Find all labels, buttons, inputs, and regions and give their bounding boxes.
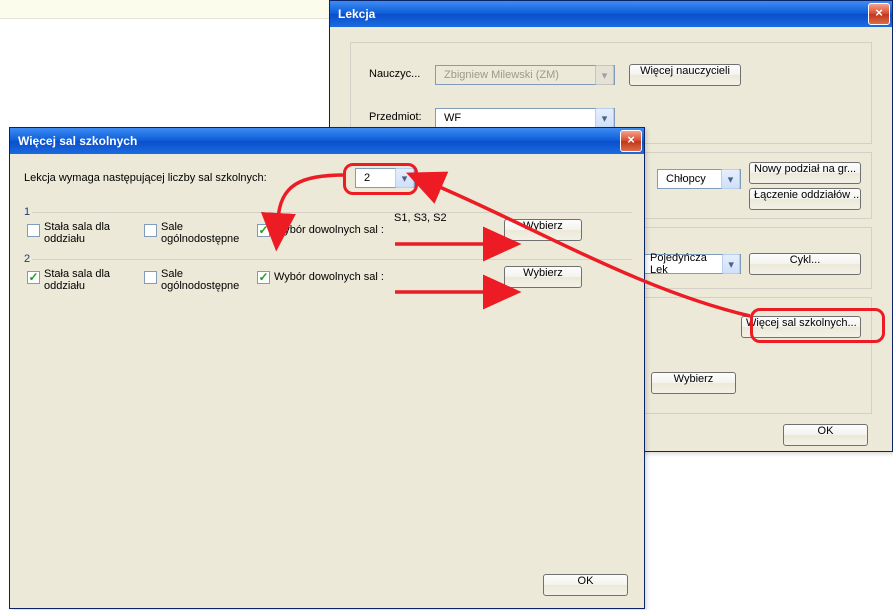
wiecej-nauczycieli-button[interactable]: Więcej nauczycieli: [629, 64, 741, 86]
window-sale: Więcej sal szkolnych × Lekcja wymaga nas…: [9, 127, 645, 609]
laczenie-oddzialow-button[interactable]: Łączenie oddziałów ...: [749, 188, 861, 210]
wybierz-2-button[interactable]: Wybierz: [504, 266, 582, 288]
chevron-down-icon[interactable]: ▾: [395, 168, 414, 188]
wybierz-1-button[interactable]: Wybierz: [504, 219, 582, 241]
ok-button[interactable]: OK: [783, 424, 868, 446]
nowy-podzial-button[interactable]: Nowy podział na gr...: [749, 162, 861, 184]
nauczyciel-select: Zbigniew Milewski (ZM) ▾: [435, 65, 615, 85]
ogolno-2-checkbox[interactable]: [144, 271, 157, 284]
label-przedmiot: Przedmiot:: [369, 111, 422, 123]
close-icon[interactable]: ×: [868, 3, 890, 25]
wiecej-sal-szkolnych-button[interactable]: Więcej sal szkolnych...: [741, 316, 861, 338]
selected-rooms-1: S1, S3, S2: [394, 212, 447, 224]
cykl-button[interactable]: Cykl...: [749, 253, 861, 275]
page-top-band: [0, 0, 330, 19]
chevron-down-icon[interactable]: ▾: [722, 254, 740, 274]
wybor-2-checkbox[interactable]: ✓: [257, 271, 270, 284]
label-prompt: Lekcja wymaga następującej liczby sal sz…: [24, 172, 267, 184]
titlebar-lekcja: Lekcja ×: [330, 1, 892, 27]
stala-sala-1-label: Stała sala dla oddziału: [44, 221, 144, 245]
group-2-label: 2: [24, 253, 30, 265]
wybor-1-label: Wybór dowolnych sal :: [274, 224, 384, 236]
przedmiot-select[interactable]: WF ▾: [435, 108, 615, 128]
title-lekcja: Lekcja: [338, 7, 868, 21]
ogolno-1-label: Sale ogólnodostępne: [161, 221, 261, 245]
titlebar-sale: Więcej sal szkolnych ×: [10, 128, 644, 154]
count-select[interactable]: 2 ▾: [355, 168, 415, 188]
chevron-down-icon[interactable]: ▾: [721, 169, 740, 189]
czestotliwosc-select[interactable]: Pojedyńcza Lek ▾: [641, 254, 741, 274]
label-nauczyciel: Nauczyc...: [369, 68, 420, 80]
chevron-down-icon[interactable]: ▾: [595, 108, 614, 128]
divider: [32, 259, 632, 260]
ogolno-1-checkbox[interactable]: [144, 224, 157, 237]
sale-body: Lekcja wymaga następującej liczby sal sz…: [10, 154, 644, 608]
divider: [32, 212, 632, 213]
stala-sala-1-checkbox[interactable]: [27, 224, 40, 237]
grupa-select[interactable]: Chłopcy ▾: [657, 169, 741, 189]
group-1-label: 1: [24, 206, 30, 218]
ok-button[interactable]: OK: [543, 574, 628, 596]
wybor-1-checkbox[interactable]: ✓: [257, 224, 270, 237]
chevron-down-icon: ▾: [595, 65, 614, 85]
ogolno-2-label: Sale ogólnodostępne: [161, 268, 261, 292]
stala-sala-2-label: Stała sala dla oddziału: [44, 268, 144, 292]
title-sale: Więcej sal szkolnych: [18, 134, 620, 148]
close-icon[interactable]: ×: [620, 130, 642, 152]
stala-sala-2-checkbox[interactable]: ✓: [27, 271, 40, 284]
wybor-2-label: Wybór dowolnych sal :: [274, 271, 384, 283]
wybierz-sala-button[interactable]: Wybierz: [651, 372, 736, 394]
